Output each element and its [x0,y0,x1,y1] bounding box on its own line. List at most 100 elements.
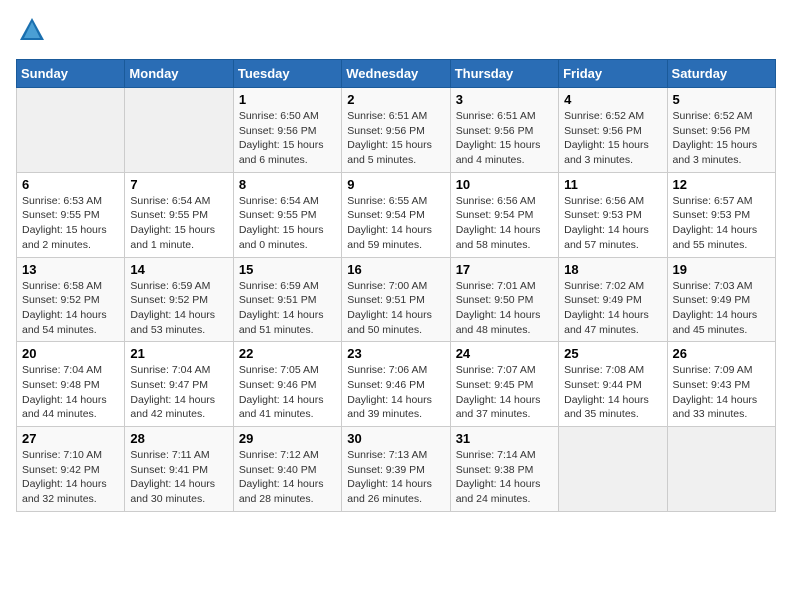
day-number: 8 [239,177,336,192]
day-info: Sunrise: 7:03 AM Sunset: 9:49 PM Dayligh… [673,279,770,338]
calendar-cell: 13 Sunrise: 6:58 AM Sunset: 9:52 PM Dayli… [17,257,125,342]
calendar-cell: 11Sunrise: 6:56 AM Sunset: 9:53 PM Dayli… [559,172,667,257]
day-number: 30 [347,431,444,446]
day-number: 9 [347,177,444,192]
day-number: 17 [456,262,553,277]
day-number: 6 [22,177,119,192]
calendar-week-row: 1 Sunrise: 6:50 AM Sunset: 9:56 PM Daylig… [17,88,776,173]
calendar-cell: 31 Sunrise: 7:14 AM Sunset: 9:38 PM Dayli… [450,427,558,512]
calendar-week-row: 20 Sunrise: 7:04 AM Sunset: 9:48 PM Dayli… [17,342,776,427]
day-info: Sunrise: 6:56 AM Sunset: 9:54 PM Dayligh… [456,194,553,253]
day-number: 2 [347,92,444,107]
calendar-cell: 30 Sunrise: 7:13 AM Sunset: 9:39 PM Dayli… [342,427,450,512]
day-number: 10 [456,177,553,192]
calendar-week-row: 13 Sunrise: 6:58 AM Sunset: 9:52 PM Dayli… [17,257,776,342]
weekday-header-friday: Friday [559,60,667,88]
calendar-cell: 29 Sunrise: 7:12 AM Sunset: 9:40 PM Dayli… [233,427,341,512]
day-info: Sunrise: 6:52 AM Sunset: 9:56 PM Dayligh… [673,109,770,168]
calendar-cell: 14 Sunrise: 6:59 AM Sunset: 9:52 PM Dayli… [125,257,233,342]
day-info: Sunrise: 6:52 AM Sunset: 9:56 PM Dayligh… [564,109,661,168]
weekday-header-monday: Monday [125,60,233,88]
day-info: Sunrise: 6:51 AM Sunset: 9:56 PM Dayligh… [456,109,553,168]
calendar-cell: 15 Sunrise: 6:59 AM Sunset: 9:51 PM Dayli… [233,257,341,342]
logo-icon [18,16,46,44]
logo [16,16,46,49]
weekday-header-wednesday: Wednesday [342,60,450,88]
calendar-cell: 6 Sunrise: 6:53 AM Sunset: 9:55 PM Daylig… [17,172,125,257]
calendar-cell: 9Sunrise: 6:55 AM Sunset: 9:54 PM Daylig… [342,172,450,257]
day-info: Sunrise: 7:02 AM Sunset: 9:49 PM Dayligh… [564,279,661,338]
calendar-cell: 20 Sunrise: 7:04 AM Sunset: 9:48 PM Dayli… [17,342,125,427]
calendar-cell: 27Sunrise: 7:10 AM Sunset: 9:42 PM Dayli… [17,427,125,512]
day-info: Sunrise: 7:00 AM Sunset: 9:51 PM Dayligh… [347,279,444,338]
calendar-cell [17,88,125,173]
day-info: Sunrise: 6:54 AM Sunset: 9:55 PM Dayligh… [130,194,227,253]
day-number: 15 [239,262,336,277]
day-info: Sunrise: 7:04 AM Sunset: 9:47 PM Dayligh… [130,363,227,422]
day-info: Sunrise: 7:04 AM Sunset: 9:48 PM Dayligh… [22,363,119,422]
day-info: Sunrise: 7:13 AM Sunset: 9:39 PM Dayligh… [347,448,444,507]
day-info: Sunrise: 7:10 AM Sunset: 9:42 PM Dayligh… [22,448,119,507]
day-info: Sunrise: 6:58 AM Sunset: 9:52 PM Dayligh… [22,279,119,338]
day-number: 16 [347,262,444,277]
calendar-cell: 25Sunrise: 7:08 AM Sunset: 9:44 PM Dayli… [559,342,667,427]
calendar-cell: 22Sunrise: 7:05 AM Sunset: 9:46 PM Dayli… [233,342,341,427]
calendar-week-row: 6 Sunrise: 6:53 AM Sunset: 9:55 PM Daylig… [17,172,776,257]
day-info: Sunrise: 7:08 AM Sunset: 9:44 PM Dayligh… [564,363,661,422]
weekday-header-thursday: Thursday [450,60,558,88]
weekday-header-sunday: Sunday [17,60,125,88]
day-number: 13 [22,262,119,277]
calendar-cell: 1 Sunrise: 6:50 AM Sunset: 9:56 PM Daylig… [233,88,341,173]
calendar-cell: 2 Sunrise: 6:51 AM Sunset: 9:56 PM Daylig… [342,88,450,173]
day-number: 29 [239,431,336,446]
day-number: 3 [456,92,553,107]
day-number: 4 [564,92,661,107]
calendar-cell: 8 Sunrise: 6:54 AM Sunset: 9:55 PM Daylig… [233,172,341,257]
calendar-cell: 10 Sunrise: 6:56 AM Sunset: 9:54 PM Dayli… [450,172,558,257]
calendar-cell [125,88,233,173]
calendar-body: 1 Sunrise: 6:50 AM Sunset: 9:56 PM Daylig… [17,88,776,512]
day-info: Sunrise: 7:14 AM Sunset: 9:38 PM Dayligh… [456,448,553,507]
day-number: 12 [673,177,770,192]
calendar-cell [667,427,775,512]
calendar-table: SundayMondayTuesdayWednesdayThursdayFrid… [16,59,776,512]
calendar-cell: 3 Sunrise: 6:51 AM Sunset: 9:56 PM Daylig… [450,88,558,173]
day-number: 22 [239,346,336,361]
day-number: 5 [673,92,770,107]
calendar-cell: 7 Sunrise: 6:54 AM Sunset: 9:55 PM Daylig… [125,172,233,257]
day-info: Sunrise: 6:56 AM Sunset: 9:53 PM Dayligh… [564,194,661,253]
calendar-cell: 26Sunrise: 7:09 AM Sunset: 9:43 PM Dayli… [667,342,775,427]
day-info: Sunrise: 6:53 AM Sunset: 9:55 PM Dayligh… [22,194,119,253]
calendar-cell: 5 Sunrise: 6:52 AM Sunset: 9:56 PM Daylig… [667,88,775,173]
weekday-header-row: SundayMondayTuesdayWednesdayThursdayFrid… [17,60,776,88]
calendar-cell: 16 Sunrise: 7:00 AM Sunset: 9:51 PM Dayli… [342,257,450,342]
calendar-cell: 4 Sunrise: 6:52 AM Sunset: 9:56 PM Daylig… [559,88,667,173]
day-info: Sunrise: 6:59 AM Sunset: 9:52 PM Dayligh… [130,279,227,338]
calendar-cell: 21Sunrise: 7:04 AM Sunset: 9:47 PM Dayli… [125,342,233,427]
day-info: Sunrise: 7:09 AM Sunset: 9:43 PM Dayligh… [673,363,770,422]
day-info: Sunrise: 6:50 AM Sunset: 9:56 PM Dayligh… [239,109,336,168]
calendar-cell [559,427,667,512]
day-info: Sunrise: 7:01 AM Sunset: 9:50 PM Dayligh… [456,279,553,338]
calendar-header: SundayMondayTuesdayWednesdayThursdayFrid… [17,60,776,88]
day-info: Sunrise: 7:12 AM Sunset: 9:40 PM Dayligh… [239,448,336,507]
day-number: 18 [564,262,661,277]
day-info: Sunrise: 6:51 AM Sunset: 9:56 PM Dayligh… [347,109,444,168]
day-info: Sunrise: 7:07 AM Sunset: 9:45 PM Dayligh… [456,363,553,422]
day-info: Sunrise: 6:54 AM Sunset: 9:55 PM Dayligh… [239,194,336,253]
calendar-cell: 12Sunrise: 6:57 AM Sunset: 9:53 PM Dayli… [667,172,775,257]
day-number: 14 [130,262,227,277]
day-info: Sunrise: 6:59 AM Sunset: 9:51 PM Dayligh… [239,279,336,338]
calendar-cell: 18 Sunrise: 7:02 AM Sunset: 9:49 PM Dayli… [559,257,667,342]
calendar-cell: 24Sunrise: 7:07 AM Sunset: 9:45 PM Dayli… [450,342,558,427]
weekday-header-tuesday: Tuesday [233,60,341,88]
day-info: Sunrise: 7:11 AM Sunset: 9:41 PM Dayligh… [130,448,227,507]
calendar-cell: 17 Sunrise: 7:01 AM Sunset: 9:50 PM Dayli… [450,257,558,342]
calendar-cell: 23Sunrise: 7:06 AM Sunset: 9:46 PM Dayli… [342,342,450,427]
day-number: 31 [456,431,553,446]
day-number: 20 [22,346,119,361]
calendar-cell: 28Sunrise: 7:11 AM Sunset: 9:41 PM Dayli… [125,427,233,512]
day-number: 7 [130,177,227,192]
day-number: 1 [239,92,336,107]
weekday-header-saturday: Saturday [667,60,775,88]
